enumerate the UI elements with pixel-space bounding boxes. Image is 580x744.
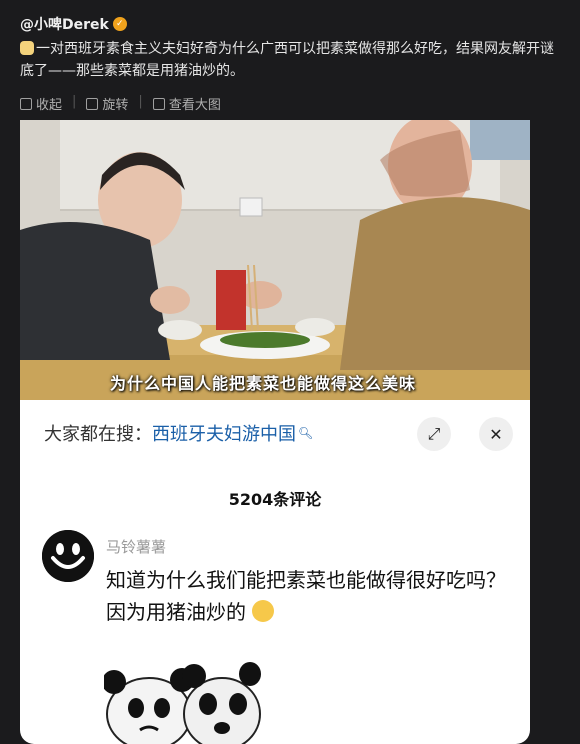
avatar[interactable]	[42, 530, 94, 582]
verified-icon: ✓	[112, 17, 127, 31]
divider: |	[138, 94, 143, 109]
cat-emoji-icon	[20, 41, 34, 55]
search-term-link[interactable]: 西班牙夫妇游中国	[152, 420, 296, 446]
expand-icon: ⤢	[427, 424, 441, 443]
view-large-button[interactable]: 查看大图	[152, 94, 221, 113]
post-text: 一对西班牙素食主义夫妇好奇为什么广西可以把素菜做得那么好吃，结果网友解开谜底了—…	[20, 41, 554, 79]
smiley-avatar-icon	[42, 530, 94, 582]
comment-body: 知道为什么我们能把素菜也能做得很好吃吗？因为用猪油炒的	[106, 564, 506, 628]
search-icon: 🔍︎	[298, 426, 314, 440]
rotate-button[interactable]: 旋转	[86, 94, 128, 113]
search-prefix: 大家都在搜：	[44, 424, 152, 445]
divider: |	[72, 94, 77, 109]
smile-emoji-icon	[252, 600, 275, 622]
view-large-icon	[152, 97, 165, 110]
close-button[interactable]: ✕	[479, 417, 513, 451]
expand-button[interactable]: ⤢	[417, 417, 451, 451]
comment-count: 5204条评论	[228, 490, 322, 509]
comment-username[interactable]: 马铃薯薯	[106, 536, 166, 557]
comment-text: 知道为什么我们能把素菜也能做得很好吃吗？因为用猪油炒的	[106, 568, 506, 624]
panda-meme-image[interactable]	[104, 654, 264, 744]
rotate-icon	[86, 97, 99, 110]
photo-scene	[20, 120, 530, 400]
close-icon: ✕	[489, 424, 503, 444]
collapse-icon	[20, 97, 32, 110]
post-header: @小啤Derek ✓	[20, 14, 127, 34]
post-photo[interactable]: 为什么中国人能把素菜也能做得这么美味	[20, 120, 530, 400]
search-suggestion[interactable]: 大家都在搜： 西班牙夫妇游中国 🔍︎	[44, 420, 313, 446]
user-handle[interactable]: @小啤Derek	[20, 14, 109, 34]
post-body: 一对西班牙素食主义夫妇好奇为什么广西可以把素菜做得那么好吃，结果网友解开谜底了—…	[20, 38, 565, 82]
comment-card: 大家都在搜： 西班牙夫妇游中国 🔍︎ ⤢ ✕ 5204条评论 马铃薯薯 知道为什…	[20, 400, 530, 744]
rotate-label: 旋转	[102, 98, 129, 113]
post-actions: 收起 | 旋转 | 查看大图	[20, 94, 221, 113]
collapse-button[interactable]: 收起	[20, 94, 62, 113]
view-large-label: 查看大图	[168, 98, 221, 113]
photo-caption: 为什么中国人能把素菜也能做得这么美味	[110, 374, 417, 393]
collapse-label: 收起	[36, 98, 63, 113]
